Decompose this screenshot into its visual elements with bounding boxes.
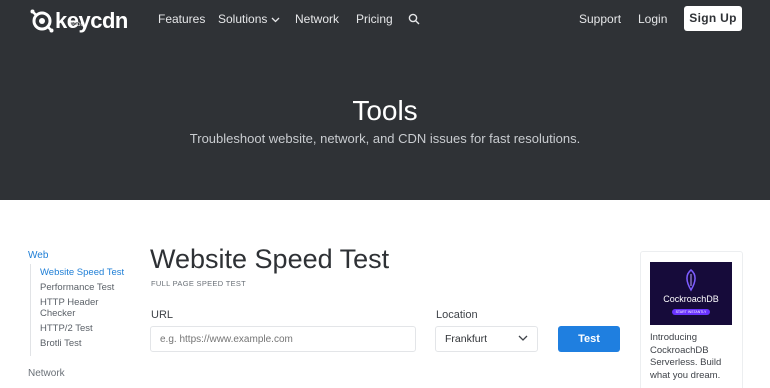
- nav-support[interactable]: Support: [579, 12, 621, 26]
- hero-subtitle: Troubleshoot website, network, and CDN i…: [189, 131, 581, 146]
- sidebar-item-brotli-test[interactable]: Brotli Test: [40, 338, 82, 350]
- location-label: Location: [436, 309, 478, 321]
- sidebar-item-http2-test[interactable]: HTTP/2 Test: [40, 323, 93, 335]
- top-navigation: keycdn Tools Features Solutions Network …: [0, 0, 770, 40]
- keycdn-logo-icon: [30, 9, 54, 33]
- sidebar-category-network[interactable]: Network: [28, 368, 65, 379]
- brand-name: keycdn: [55, 8, 128, 33]
- nav-solutions[interactable]: Solutions: [218, 12, 280, 26]
- sidebar-item-website-speed-test[interactable]: Website Speed Test: [40, 267, 124, 279]
- sidebar-item-performance-test[interactable]: Performance Test: [40, 282, 114, 294]
- signup-button[interactable]: Sign Up: [684, 6, 742, 31]
- sidebar-category-web[interactable]: Web: [28, 250, 48, 261]
- test-button[interactable]: Test: [558, 326, 620, 352]
- brand-subtitle: Tools: [70, 21, 86, 28]
- hero-title: Tools: [352, 95, 418, 126]
- ad-image[interactable]: CockroachDB START INSTANTLY: [650, 262, 732, 325]
- ad-image-button: START INSTANTLY: [672, 309, 710, 315]
- location-value: Frankfurt: [445, 333, 488, 345]
- nav-pricing[interactable]: Pricing: [356, 12, 393, 26]
- page-subtitle: FULL PAGE SPEED TEST: [151, 279, 247, 288]
- url-label: URL: [151, 309, 174, 321]
- cockroachdb-logo-icon: [686, 269, 696, 292]
- ad-image-title: CockroachDB: [663, 294, 719, 304]
- nav-login[interactable]: Login: [638, 12, 667, 26]
- page-title: Website Speed Test: [150, 244, 390, 274]
- search-icon[interactable]: [408, 13, 420, 25]
- ad-card[interactable]: CockroachDB START INSTANTLY Introducing …: [640, 251, 743, 388]
- url-input[interactable]: [150, 326, 416, 352]
- location-select[interactable]: Frankfurt: [435, 326, 538, 352]
- nav-features[interactable]: Features: [158, 12, 205, 26]
- sidebar-divider: [30, 264, 31, 356]
- hero-banner: keycdn Tools Features Solutions Network …: [0, 0, 770, 200]
- nav-solutions-label: Solutions: [218, 12, 268, 26]
- chevron-down-icon: [271, 17, 280, 23]
- nav-network[interactable]: Network: [295, 12, 339, 26]
- sidebar-item-http-header-checker[interactable]: HTTP Header Checker: [40, 297, 110, 319]
- ad-text[interactable]: Introducing CockroachDB Serverless. Buil…: [650, 332, 740, 382]
- chevron-down-icon: [518, 335, 528, 341]
